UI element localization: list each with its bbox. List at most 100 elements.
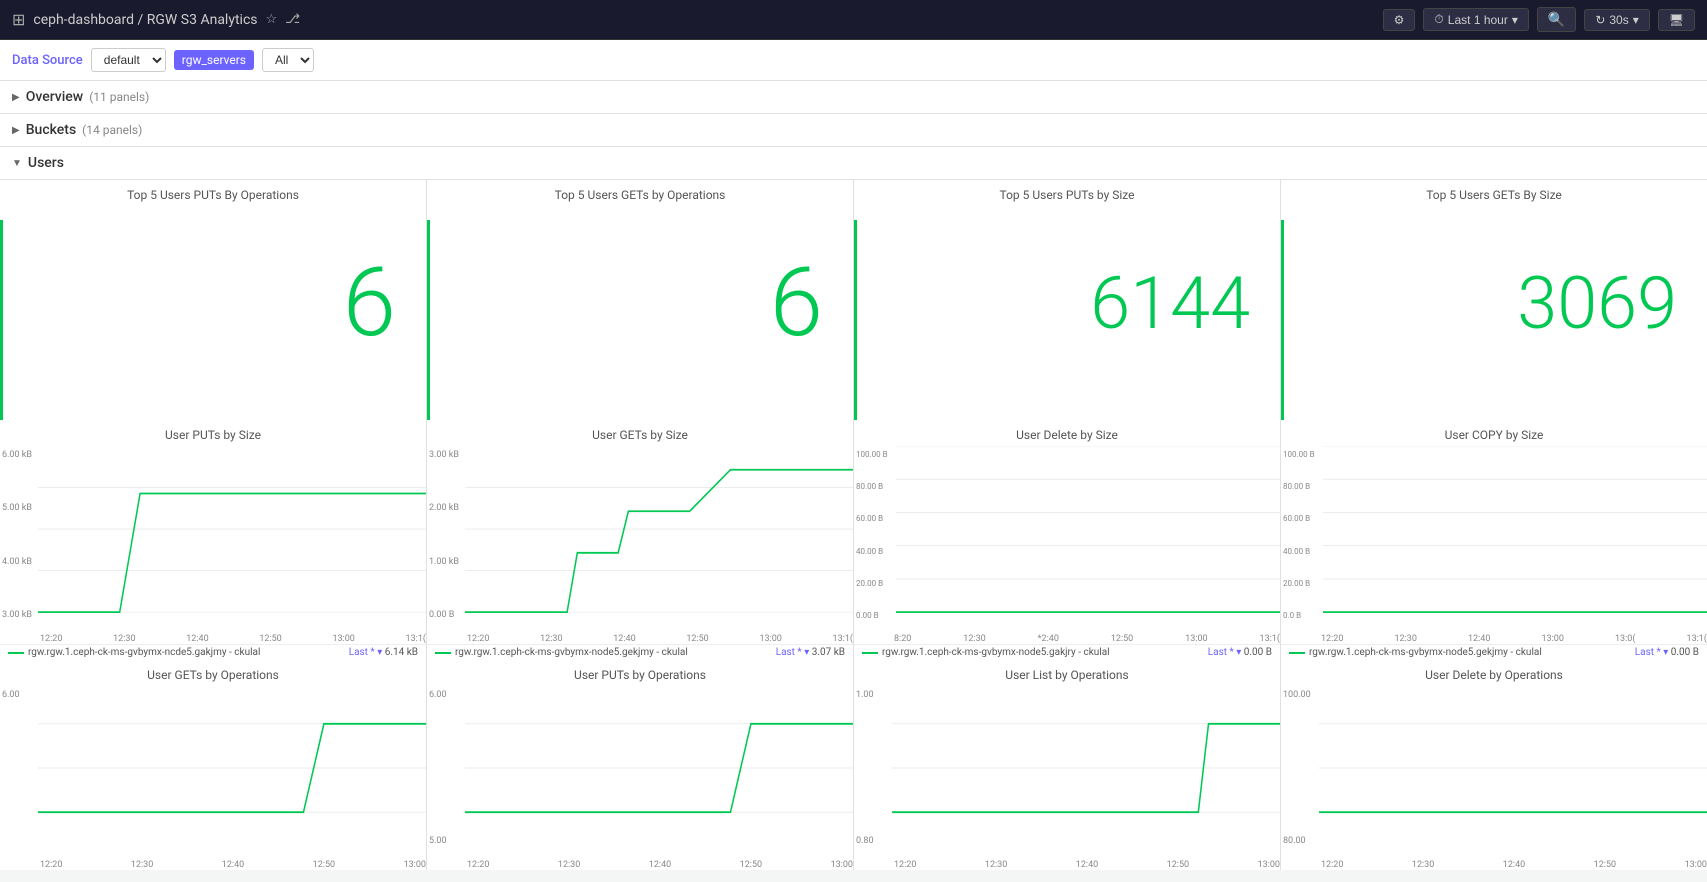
y-labels-delete-size: 100.00 B 80.00 B 60.00 B 40.00 B 20.00 B… <box>856 446 888 624</box>
chart-svg-delete-size <box>854 446 1280 644</box>
datasource-select[interactable]: default <box>91 48 166 72</box>
chart-svg-delete-ops <box>1281 686 1707 870</box>
legend-item-copy-size: rgw.rgw.1.ceph-ck-ms-gvbymx-node5.gekjmy… <box>1289 647 1542 658</box>
panel-user-copy-size: User COPY by Size 100.00 B 80.00 B 60.00… <box>1281 420 1707 660</box>
panel-title-user-puts-size: User PUTs by Size <box>0 420 426 446</box>
legend-color-delete-size <box>862 652 878 654</box>
panel-user-delete-size: User Delete by Size 100.00 B 80.00 B 60.… <box>854 420 1280 660</box>
panel-top5-gets-size: Top 5 Users GETs By Size 3069 <box>1281 180 1707 420</box>
y-labels-puts-ops: 6.00 5.00 <box>429 686 447 850</box>
chart-panel-row: User PUTs by Size 6.00 kB 5.00 kB 4.00 k… <box>0 420 1707 660</box>
y-labels-delete-ops: 100.00 80.00 <box>1283 686 1311 850</box>
legend-right-gets-size: Last * ▾ 3.07 kB <box>776 647 845 658</box>
legend-text-puts-size: rgw.rgw.1.ceph-ck-ms-gvbymx-ncde5.gakjmy… <box>28 647 260 658</box>
left-accent-3 <box>854 220 857 420</box>
legend-value-puts-size: 6.14 kB <box>385 647 418 658</box>
x-labels-list-ops: 12:20 12:30 12:40 12:50 13:00 <box>894 860 1280 870</box>
chart-area-puts-size: 6.00 kB 5.00 kB 4.00 kB 3.00 kB 12:20 12… <box>0 446 426 644</box>
panel-title-user-puts-ops: User PUTs by Operations <box>427 660 853 686</box>
legend-item-gets-size: rgw.rgw.1.ceph-ck-ms-gvbymx-node5.gekjmy… <box>435 647 688 658</box>
star-icon[interactable]: ☆ <box>266 12 278 27</box>
chevron-right-icon-2: ▶ <box>12 125 20 136</box>
legend-last-label-copy-size: Last * ▾ <box>1635 647 1669 658</box>
chart-svg-puts-size <box>0 446 426 644</box>
chevron-down-icon: ▾ <box>1633 13 1639 27</box>
topbar: ⊞ ceph-dashboard / RGW S3 Analytics ☆ ⎇ … <box>0 0 1707 40</box>
panel-title-user-delete-size: User Delete by Size <box>854 420 1280 446</box>
chart-legend-puts-size: rgw.rgw.1.ceph-ck-ms-gvbymx-ncde5.gakjmy… <box>0 644 426 660</box>
panel-title-top5-gets-ops: Top 5 Users GETs by Operations <box>427 180 853 206</box>
datasource-label: Data Source <box>12 53 83 68</box>
legend-last-label-delete-size: Last * ▾ <box>1208 647 1242 658</box>
refresh-icon: ↻ <box>1595 13 1605 27</box>
panel-user-puts-size: User PUTs by Size 6.00 kB 5.00 kB 4.00 k… <box>0 420 426 660</box>
chart-svg-gets-ops <box>0 686 426 870</box>
settings-button[interactable]: ⚙ <box>1383 9 1416 31</box>
panel-user-gets-ops: User GETs by Operations 6.00 12:20 12:30… <box>0 660 426 870</box>
legend-value-delete-size: 0.00 B <box>1244 647 1272 658</box>
refresh-button[interactable]: ↻ 30s ▾ <box>1584 9 1649 31</box>
panel-title-user-gets-size: User GETs by Size <box>427 420 853 446</box>
legend-last-label-gets-size: Last * ▾ <box>776 647 810 658</box>
chart-area-delete-ops: 100.00 80.00 12:20 12:30 12:40 12:50 13:… <box>1281 686 1707 870</box>
share-icon[interactable]: ⎇ <box>285 12 300 27</box>
panel-title-top5-gets-size: Top 5 Users GETs By Size <box>1281 180 1707 206</box>
server-badge[interactable]: rgw_servers <box>174 50 254 70</box>
chart-legend-gets-size: rgw.rgw.1.ceph-ck-ms-gvbymx-node5.gekjmy… <box>427 644 853 660</box>
legend-value-gets-size: 3.07 kB <box>812 647 845 658</box>
chevron-down-icon: ▾ <box>1512 13 1518 27</box>
legend-item-puts-size: rgw.rgw.1.ceph-ck-ms-gvbymx-ncde5.gakjmy… <box>8 647 260 658</box>
topbar-left: ⊞ ceph-dashboard / RGW S3 Analytics ☆ ⎇ <box>12 10 300 29</box>
panel-title-top5-puts-ops: Top 5 Users PUTs By Operations <box>0 180 426 206</box>
panel-top5-gets-ops: Top 5 Users GETs by Operations 6 <box>427 180 853 420</box>
monitor-button[interactable]: 🖥 <box>1658 9 1695 31</box>
x-labels-gets-size: 12:20 12:30 12:40 12:50 13:00 13:1( <box>467 634 853 644</box>
y-labels-gets-size: 3.00 kB 2.00 kB 1.00 kB 0.00 B <box>429 446 459 624</box>
bottom-chart-row: User GETs by Operations 6.00 12:20 12:30… <box>0 660 1707 870</box>
x-labels-delete-size: 8:20 12:30 *2:40 12:50 13:00 13:1( <box>894 634 1280 644</box>
panel-top5-puts-size: Top 5 Users PUTs by Size 6144 <box>854 180 1280 420</box>
legend-value-copy-size: 0.00 B <box>1671 647 1699 658</box>
stat-value-gets-size: 3069 <box>1517 261 1677 346</box>
panel-user-delete-ops: User Delete by Operations 100.00 80.00 1… <box>1281 660 1707 870</box>
y-labels-copy-size: 100.00 B 80.00 B 60.00 B 40.00 B 20.00 B… <box>1283 446 1315 624</box>
legend-color-puts-size <box>8 652 24 654</box>
chart-legend-delete-size: rgw.rgw.1.ceph-ck-ms-gvbymx-node5.gakjry… <box>854 644 1280 660</box>
section-overview-count: (11 panels) <box>89 90 149 104</box>
left-accent-4 <box>1281 220 1284 420</box>
section-buckets-count: (14 panels) <box>82 123 142 137</box>
refresh-rate-label: 30s <box>1609 13 1628 27</box>
legend-item-delete-size: rgw.rgw.1.ceph-ck-ms-gvbymx-node5.gakjry… <box>862 647 1110 658</box>
time-range-button[interactable]: ⏱ Last 1 hour ▾ <box>1423 8 1528 31</box>
section-users[interactable]: ▼ Users <box>0 147 1707 180</box>
legend-last-label-puts-size: Last * ▾ <box>349 647 383 658</box>
section-overview[interactable]: ▶ Overview (11 panels) <box>0 81 1707 114</box>
stat-panel-row: Top 5 Users PUTs By Operations 6 Top 5 U… <box>0 180 1707 420</box>
dashboard: Top 5 Users PUTs By Operations 6 Top 5 U… <box>0 180 1707 870</box>
clock-icon: ⏱ <box>1434 12 1443 27</box>
chart-legend-copy-size: rgw.rgw.1.ceph-ck-ms-gvbymx-node5.gekjmy… <box>1281 644 1707 660</box>
legend-text-copy-size: rgw.rgw.1.ceph-ck-ms-gvbymx-node5.gekjmy… <box>1309 647 1542 658</box>
gear-icon: ⚙ <box>1394 13 1405 27</box>
stat-value-container-3: 6144 <box>854 206 1280 420</box>
chart-svg-gets-size <box>427 446 853 644</box>
grid-icon: ⊞ <box>12 10 25 29</box>
y-labels-gets-ops: 6.00 <box>2 686 20 850</box>
section-buckets[interactable]: ▶ Buckets (14 panels) <box>0 114 1707 147</box>
stat-value-container: 6 <box>0 206 426 420</box>
panel-title-user-list-ops: User List by Operations <box>854 660 1280 686</box>
legend-right-copy-size: Last * ▾ 0.00 B <box>1635 647 1699 658</box>
chart-svg-list-ops <box>854 686 1280 870</box>
section-users-label: Users <box>28 155 64 171</box>
chart-area-list-ops: 1.00 0.80 12:20 12:30 12:40 12:50 13:00 <box>854 686 1280 870</box>
filter-all-select[interactable]: All <box>262 48 314 72</box>
panel-title-top5-puts-size: Top 5 Users PUTs by Size <box>854 180 1280 206</box>
chart-area-delete-size: 100.00 B 80.00 B 60.00 B 40.00 B 20.00 B… <box>854 446 1280 644</box>
zoom-button[interactable]: 🔍 <box>1537 7 1576 32</box>
legend-text-delete-size: rgw.rgw.1.ceph-ck-ms-gvbymx-node5.gakjry… <box>882 647 1110 658</box>
panel-top5-puts-ops: Top 5 Users PUTs By Operations 6 <box>0 180 426 420</box>
panel-title-user-delete-ops: User Delete by Operations <box>1281 660 1707 686</box>
x-labels-gets-ops: 12:20 12:30 12:40 12:50 13:00 <box>40 860 426 870</box>
filterbar: Data Source default rgw_servers All <box>0 40 1707 81</box>
chart-area-gets-size: 3.00 kB 2.00 kB 1.00 kB 0.00 B 12:20 12:… <box>427 446 853 644</box>
